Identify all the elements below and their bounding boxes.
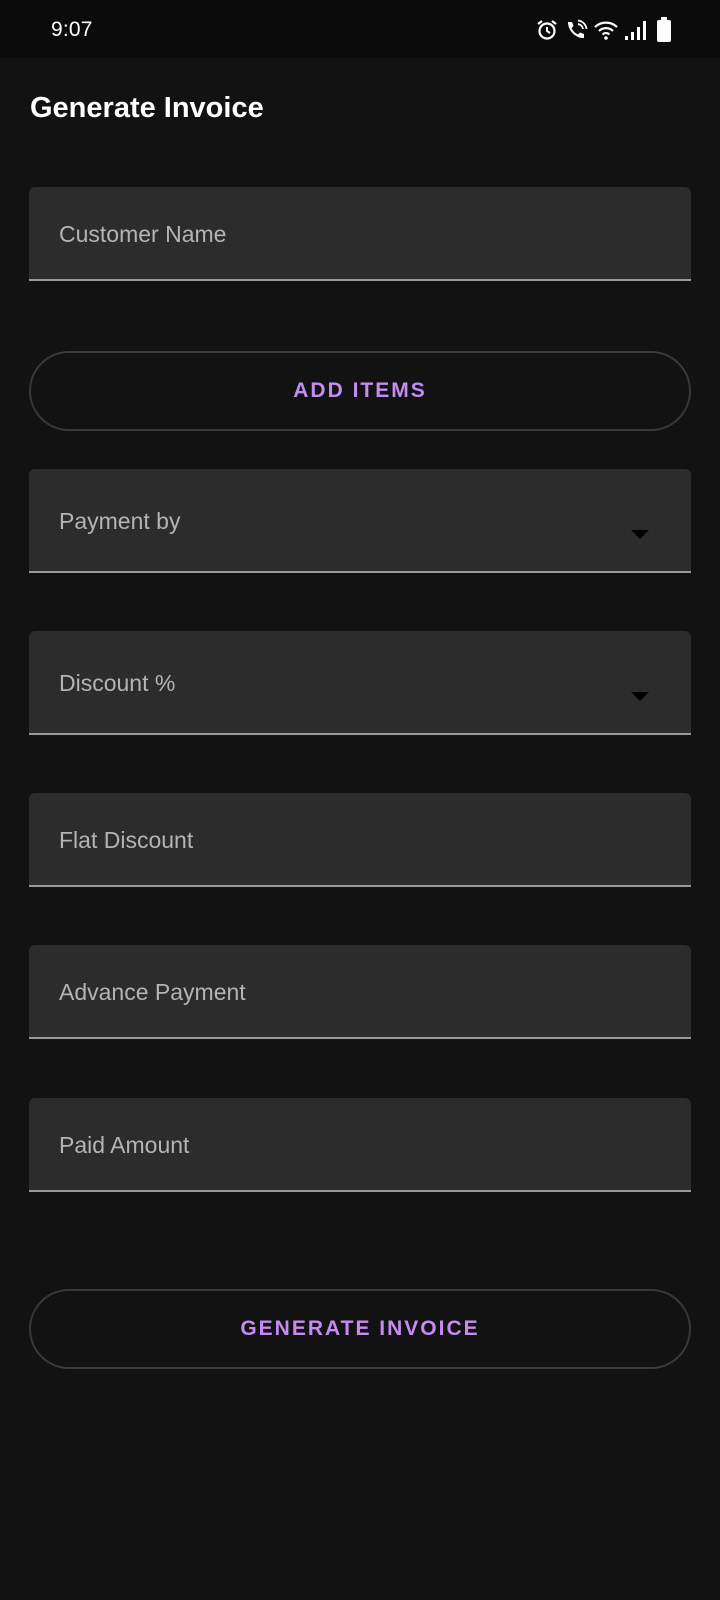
discount-percent-label: Discount %	[59, 670, 176, 696]
status-bar: 9:07	[0, 0, 720, 58]
battery-icon	[656, 17, 672, 43]
discount-percent-dropdown[interactable]: Discount %	[29, 631, 691, 735]
advance-payment-field[interactable]: Advance Payment	[29, 945, 691, 1039]
status-icons	[536, 16, 672, 44]
customer-name-label: Customer Name	[59, 221, 227, 247]
generate-invoice-button[interactable]: GENERATE INVOICE	[29, 1289, 691, 1369]
flat-discount-label: Flat Discount	[59, 827, 194, 853]
flat-discount-field[interactable]: Flat Discount	[29, 793, 691, 887]
dropdown-arrow-icon	[631, 530, 649, 539]
add-items-button[interactable]: ADD ITEMS	[29, 351, 691, 431]
dropdown-arrow-icon	[631, 692, 649, 701]
signal-icon	[624, 19, 650, 41]
payment-by-label: Payment by	[59, 508, 181, 534]
payment-by-dropdown[interactable]: Payment by	[29, 469, 691, 573]
paid-amount-label: Paid Amount	[59, 1132, 190, 1158]
alarm-icon	[536, 19, 558, 41]
status-time: 9:07	[51, 18, 93, 41]
page-title: Generate Invoice	[30, 92, 264, 124]
advance-payment-label: Advance Payment	[59, 979, 246, 1005]
paid-amount-field[interactable]: Paid Amount	[29, 1098, 691, 1192]
wifi-icon	[594, 20, 618, 40]
customer-name-field[interactable]: Customer Name	[29, 187, 691, 281]
wifi-call-icon	[564, 19, 588, 41]
